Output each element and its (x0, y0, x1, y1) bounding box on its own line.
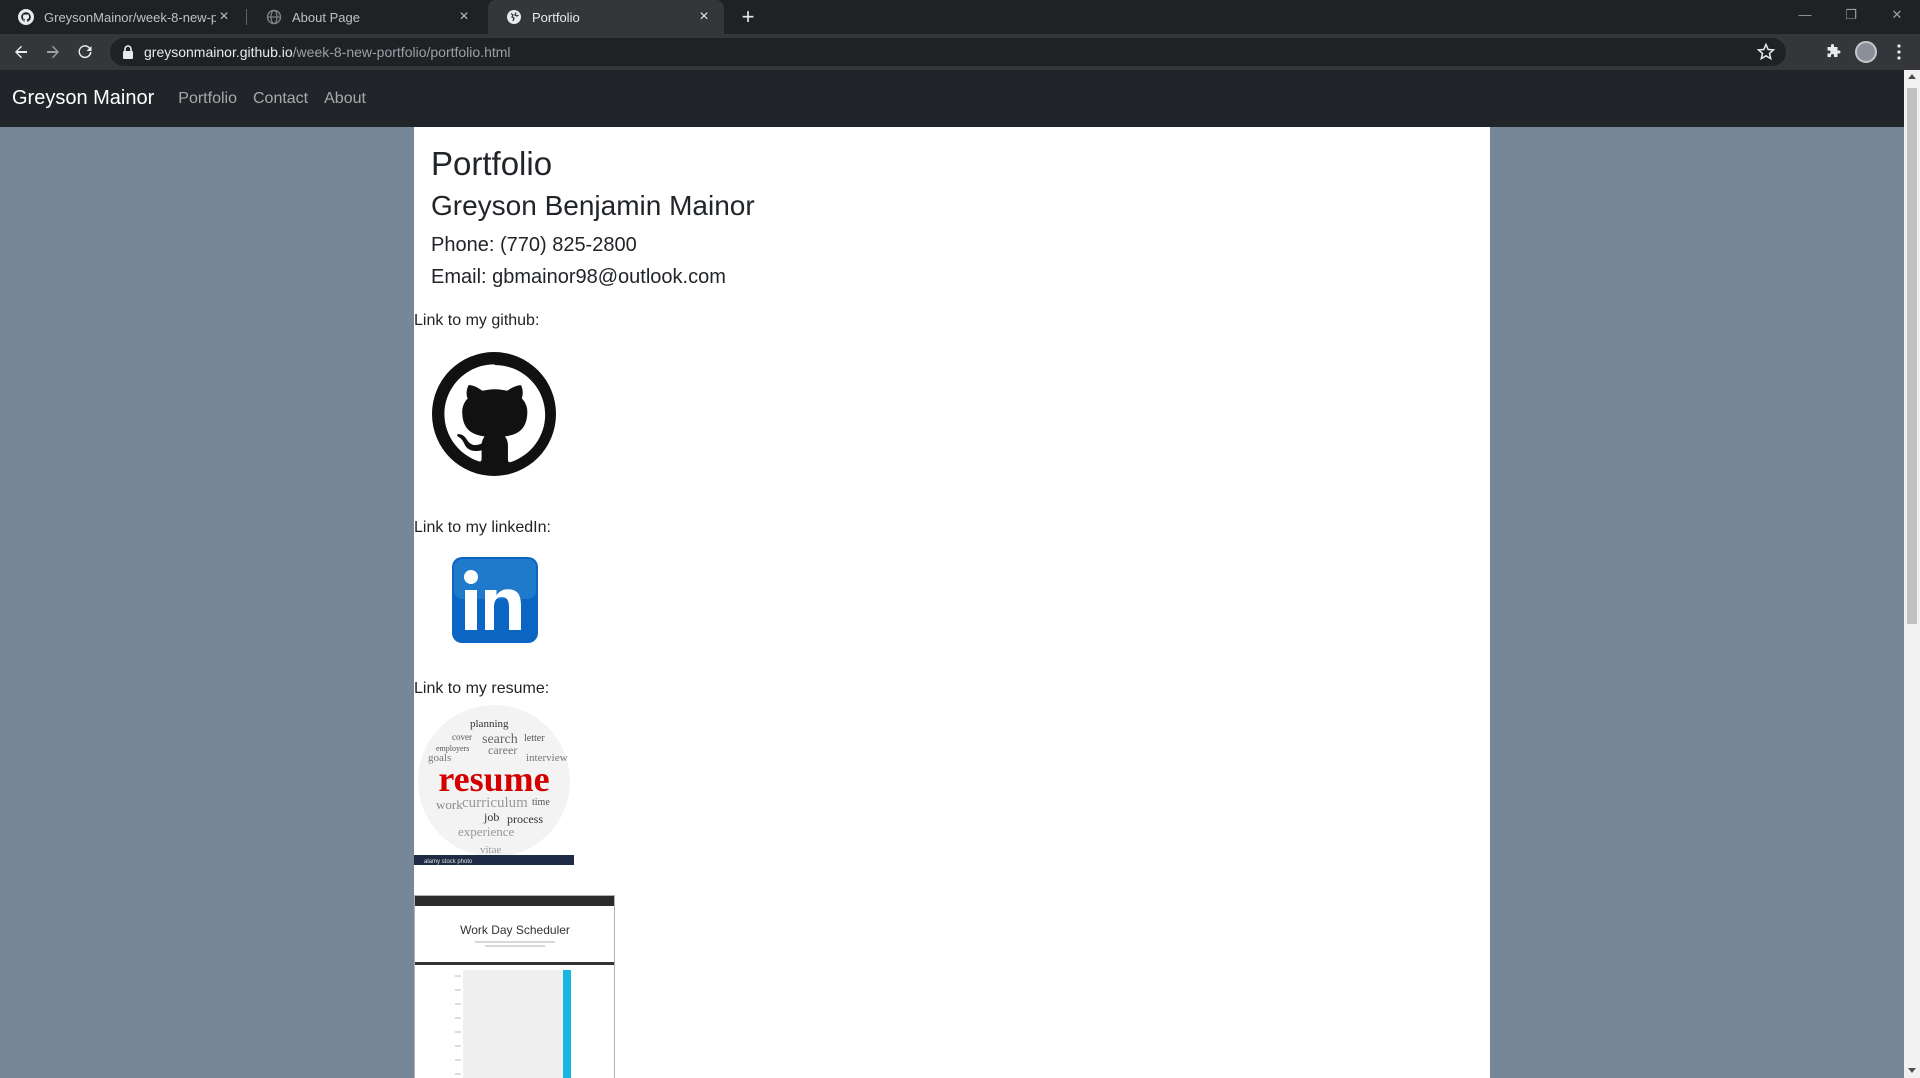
extensions-button[interactable] (1820, 39, 1846, 65)
scheduler-title: Work Day Scheduler (460, 923, 570, 937)
lock-icon (123, 45, 133, 59)
address-bar[interactable]: greysonmainor.github.io/week-8-new-portf… (110, 38, 1786, 66)
linkedin-logo-icon (452, 557, 538, 643)
work-day-scheduler-link[interactable]: Work Day Scheduler (414, 895, 615, 1078)
close-icon[interactable]: × (216, 8, 232, 26)
scroll-up-arrow[interactable] (1908, 74, 1916, 79)
page-viewport: Greyson Mainor Portfolio Contact About P… (0, 70, 1904, 1078)
arrow-right-icon (47, 45, 59, 59)
close-icon[interactable]: × (696, 8, 712, 26)
github-icon (18, 9, 34, 25)
svg-text:vitae: vitae (480, 844, 501, 856)
github-label: Link to my github: (414, 312, 540, 329)
more-vert-icon (1897, 44, 1901, 60)
tab-portfolio[interactable]: Portfolio × (488, 0, 724, 34)
svg-text:experience: experience (458, 824, 515, 839)
github-logo-icon (432, 352, 556, 476)
tab-title: GreysonMainor/week-8-new-portfolio (44, 9, 216, 25)
scroll-down-arrow[interactable] (1908, 1068, 1916, 1073)
svg-text:letter: letter (524, 733, 545, 744)
site-navbar: Greyson Mainor Portfolio Contact About (0, 70, 1904, 127)
browser-toolbar: greysonmainor.github.io/week-8-new-portf… (0, 34, 1920, 70)
linkedin-label: Link to my linkedIn: (414, 519, 551, 536)
tab-strip: GreysonMainor/week-8-new-portfolio × Abo… (0, 0, 1920, 34)
url-host: greysonmainor.github.io (144, 44, 293, 60)
svg-text:work: work (436, 797, 463, 812)
resume-link[interactable]: planning cover search letter employers c… (414, 705, 574, 865)
profile-button[interactable] (1853, 39, 1879, 65)
scroll-thumb[interactable] (1907, 88, 1917, 624)
page-scrollbar[interactable] (1904, 70, 1920, 1078)
globe-icon (507, 10, 521, 24)
github-link[interactable] (432, 352, 556, 476)
restore-button[interactable]: ❐ (1828, 0, 1874, 34)
phone-text: Phone: (770) 825-2800 (431, 234, 637, 256)
email-text: Email: gbmainor98@outlook.com (431, 266, 726, 288)
back-button[interactable] (8, 39, 34, 65)
svg-text:cover: cover (452, 732, 472, 742)
forward-button[interactable] (40, 39, 66, 65)
menu-button[interactable] (1886, 39, 1912, 65)
reload-button[interactable] (72, 39, 98, 65)
portfolio-card: Portfolio Greyson Benjamin Mainor Phone:… (414, 127, 1490, 1078)
reload-icon (78, 45, 92, 59)
close-window-button[interactable]: ✕ (1874, 0, 1920, 34)
tab-title: About Page (292, 9, 360, 25)
globe-icon (266, 9, 282, 25)
nav-link-contact[interactable]: Contact (253, 90, 308, 108)
svg-text:planning: planning (470, 718, 509, 730)
resume-image-watermark: alamy stock photo (424, 859, 473, 865)
svg-text:career: career (488, 743, 517, 757)
full-name: Greyson Benjamin Mainor (431, 190, 755, 221)
star-icon[interactable] (1756, 42, 1776, 62)
nav-link-portfolio[interactable]: Portfolio (178, 90, 237, 108)
puzzle-icon (1827, 44, 1841, 57)
resume-image-word: resume (438, 759, 549, 799)
avatar (1855, 41, 1877, 63)
resume-word-cloud-image: planning cover search letter employers c… (414, 705, 574, 865)
nav-link-about[interactable]: About (324, 90, 366, 108)
tab-title: Portfolio (532, 9, 580, 25)
url-path: /week-8-new-portfolio/portfolio.html (292, 44, 511, 60)
tab-github-repo[interactable]: GreysonMainor/week-8-new-portfolio × (0, 0, 244, 34)
navbar-brand[interactable]: Greyson Mainor (12, 87, 154, 110)
page-title: Portfolio (431, 145, 553, 182)
new-tab-button[interactable]: + (736, 5, 760, 29)
svg-text:job: job (483, 810, 499, 824)
tab-separator (246, 9, 247, 25)
arrow-left-icon (15, 45, 27, 59)
work-day-scheduler-screenshot: Work Day Scheduler (415, 896, 614, 1078)
resume-label: Link to my resume: (414, 680, 550, 697)
tab-about-page[interactable]: About Page × (248, 0, 484, 34)
minimize-button[interactable]: — (1782, 0, 1828, 34)
linkedin-link[interactable] (452, 557, 538, 643)
close-icon[interactable]: × (456, 8, 472, 26)
